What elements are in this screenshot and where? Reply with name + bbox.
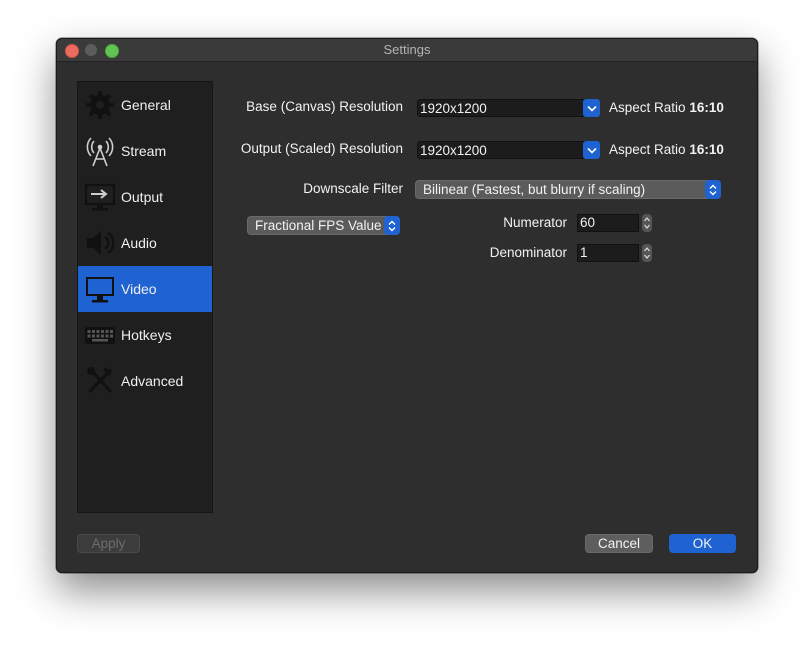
output-monitor-icon (83, 180, 117, 214)
sidebar-item-label: Audio (121, 235, 157, 251)
sidebar-item-advanced[interactable]: Advanced (78, 358, 212, 404)
title-bar: Settings (57, 39, 757, 62)
fps-type-value: Fractional FPS Value (255, 218, 382, 233)
broadcast-tower-icon (83, 134, 117, 168)
chevron-down-icon[interactable] (583, 99, 600, 117)
sidebar-item-hotkeys[interactable]: Hotkeys (78, 312, 212, 358)
aspect-ratio-value: 16:10 (689, 100, 724, 115)
numerator-label: Numerator (503, 215, 567, 230)
window-title: Settings (383, 42, 431, 57)
ok-button[interactable]: OK (669, 534, 736, 553)
numerator-stepper[interactable] (642, 214, 652, 232)
output-aspect-ratio: Aspect Ratio 16:10 (609, 142, 724, 157)
sidebar-item-audio[interactable]: Audio (78, 220, 212, 266)
settings-sidebar: General Stream Output Audio Video Hotkey… (77, 81, 213, 513)
sidebar-item-label: Output (121, 189, 164, 205)
sidebar-item-label: General (121, 97, 171, 113)
settings-window: Settings General Stream Output Audio Vid… (56, 38, 758, 573)
sidebar-item-label: Video (121, 281, 157, 297)
sidebar-item-general[interactable]: General (78, 82, 212, 128)
output-resolution-value: 1920x1200 (420, 143, 487, 158)
up-down-chevron-icon[interactable] (705, 180, 721, 199)
denominator-label: Denominator (489, 245, 567, 260)
base-aspect-ratio: Aspect Ratio 16:10 (609, 100, 724, 115)
keyboard-icon (83, 318, 117, 352)
chevron-down-icon[interactable] (583, 141, 600, 159)
monitor-icon (83, 272, 117, 306)
downscale-filter-label: Downscale Filter (303, 181, 403, 196)
sidebar-item-stream[interactable]: Stream (78, 128, 212, 174)
base-resolution-label: Base (Canvas) Resolution (246, 99, 403, 114)
base-resolution-value: 1920x1200 (420, 101, 487, 116)
sidebar-item-video[interactable]: Video (78, 266, 212, 312)
apply-button[interactable]: Apply (77, 534, 140, 553)
downscale-filter-select[interactable]: Bilinear (Fastest, but blurry if scaling… (415, 180, 721, 199)
output-resolution-combo[interactable]: 1920x1200 (417, 141, 600, 159)
aspect-ratio-value: 16:10 (689, 142, 724, 157)
aspect-ratio-label: Aspect Ratio (609, 142, 686, 157)
cancel-button[interactable]: Cancel (585, 534, 653, 553)
fps-type-select[interactable]: Fractional FPS Value (247, 216, 400, 235)
tools-icon (83, 364, 117, 398)
aspect-ratio-label: Aspect Ratio (609, 100, 686, 115)
downscale-filter-value: Bilinear (Fastest, but blurry if scaling… (423, 182, 646, 197)
speaker-icon (83, 226, 117, 260)
sidebar-item-label: Hotkeys (121, 327, 172, 343)
sidebar-item-label: Stream (121, 143, 167, 159)
output-resolution-label: Output (Scaled) Resolution (240, 141, 403, 156)
denominator-stepper[interactable] (642, 244, 652, 262)
sidebar-item-label: Advanced (121, 373, 184, 389)
denominator-input[interactable]: 1 (577, 244, 639, 262)
up-down-chevron-icon[interactable] (384, 216, 400, 235)
gear-icon (83, 88, 117, 122)
numerator-input[interactable]: 60 (577, 214, 639, 232)
base-resolution-combo[interactable]: 1920x1200 (417, 99, 600, 117)
sidebar-item-output[interactable]: Output (78, 174, 212, 220)
